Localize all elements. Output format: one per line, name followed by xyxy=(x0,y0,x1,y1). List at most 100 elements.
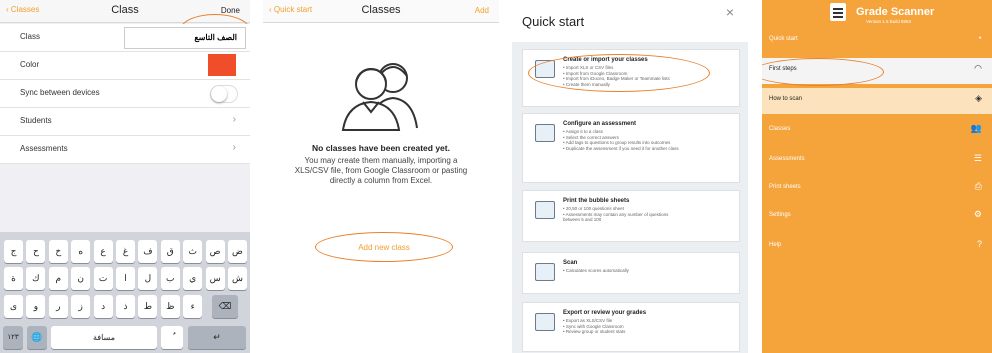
key[interactable]: ع xyxy=(93,240,113,263)
step-icon xyxy=(535,263,555,281)
key[interactable]: ذ xyxy=(116,295,135,318)
menu-item-icon: ◠ xyxy=(974,63,982,73)
return-key[interactable]: ↵ xyxy=(188,326,246,349)
key[interactable]: ض xyxy=(228,240,247,263)
class-form-screen: ‹ Classes Class Done Class الصف التاسع C… xyxy=(0,0,250,353)
app-logo-icon xyxy=(830,3,846,21)
classes-title: Classes xyxy=(361,4,401,16)
menu-item-icon: ◈ xyxy=(975,93,982,103)
key[interactable]: ص xyxy=(205,240,225,263)
class-name-field[interactable]: الصف التاسع xyxy=(124,27,246,49)
key[interactable]: ظ xyxy=(160,295,180,318)
step-icon xyxy=(535,201,555,219)
key[interactable]: ث xyxy=(183,240,203,263)
key[interactable]: ل xyxy=(138,267,158,290)
menu-item-label: Assessments xyxy=(769,156,805,162)
menu-item-label: Print sheets xyxy=(769,184,801,190)
key[interactable]: ا xyxy=(116,267,135,290)
quick-start-card[interactable]: Export or review your grades • Export as … xyxy=(522,302,740,352)
key[interactable]: ق xyxy=(160,240,180,263)
key[interactable]: ت xyxy=(93,267,113,290)
quick-start-card[interactable]: Scan • Calculates scores automatically xyxy=(522,252,740,294)
key[interactable]: ب xyxy=(160,267,180,290)
step-icon xyxy=(535,124,555,142)
add-class-nav-button[interactable]: Add xyxy=(475,6,489,15)
key[interactable]: ك xyxy=(26,267,46,290)
menu-item[interactable]: Classes 👥 xyxy=(762,118,992,144)
quick-start-card[interactable]: Print the bubble sheets • 20,50 or 100 qu… xyxy=(522,190,740,242)
menu-item-icon: ⎙ xyxy=(974,181,982,191)
menu-item[interactable]: Assessments ☰ xyxy=(762,148,992,174)
arabic-keyboard: ضصثقفغعهخحج شسيبلاتنمكة ءظطذدزروى ⌫ ١٢٣ … xyxy=(0,232,250,353)
menu-item-label: Quick start xyxy=(769,36,798,42)
key[interactable]: ن xyxy=(71,267,91,290)
sync-toggle[interactable] xyxy=(210,85,238,103)
menu-item-label: Settings xyxy=(769,212,791,218)
add-class-highlight-oval xyxy=(315,232,453,262)
class-name-value: الصف التاسع xyxy=(194,33,237,42)
quick-start-header: Quick start × xyxy=(512,0,748,42)
quick-start-card[interactable]: Configure an assessment • Assign it to a … xyxy=(522,113,740,183)
key[interactable]: س xyxy=(205,267,225,290)
card-title: Print the bubble sheets xyxy=(563,198,630,204)
color-swatch[interactable] xyxy=(208,54,236,76)
students-label: Students xyxy=(20,116,52,125)
key[interactable]: ه xyxy=(71,240,91,263)
space-key[interactable]: مسافة xyxy=(51,326,157,349)
menu-item[interactable]: Quick start ◔ xyxy=(762,28,992,54)
card-line: • Calculates scores automatically xyxy=(563,268,629,273)
menu-item[interactable]: How to scan ◈ xyxy=(762,88,992,114)
quick-start-screen: Quick start × Create or import your clas… xyxy=(512,0,748,353)
key[interactable]: ش xyxy=(228,267,247,290)
app-name: Grade Scanner xyxy=(856,6,935,18)
menu-item-icon: ⚙ xyxy=(973,209,982,219)
toggle-knob xyxy=(211,86,227,102)
sync-row: Sync between devices xyxy=(0,80,250,108)
people-icon xyxy=(341,63,418,131)
key[interactable]: ى xyxy=(4,295,23,318)
globe-icon[interactable]: 🌐 xyxy=(27,326,47,349)
key[interactable]: خ xyxy=(48,240,68,263)
key[interactable]: ة xyxy=(4,267,23,290)
menu-item[interactable]: Print sheets ⎙ xyxy=(762,176,992,202)
empty-title: No classes have been created yet. xyxy=(312,143,450,153)
classes-screen: ‹ Quick start Classes Add No classes hav… xyxy=(263,0,499,353)
diacritic-key[interactable]: ٌ xyxy=(161,326,183,349)
key[interactable]: ج xyxy=(4,240,23,263)
card-line: • Duplicate the assessment if you need i… xyxy=(563,145,679,151)
quick-start-title: Quick start xyxy=(522,14,585,29)
menu-header: Grade Scanner Version 1.5 Build 8883 xyxy=(762,0,992,30)
students-row[interactable]: Students › xyxy=(0,108,250,136)
menu-item-label: How to scan xyxy=(769,96,803,102)
color-row: Color xyxy=(0,52,250,80)
menu-item[interactable]: Settings ⚙ xyxy=(762,204,992,230)
key[interactable]: ر xyxy=(48,295,68,318)
step-icon xyxy=(535,313,555,331)
assessments-row[interactable]: Assessments › xyxy=(0,136,250,164)
key[interactable]: ي xyxy=(183,267,203,290)
key[interactable]: ف xyxy=(138,240,158,263)
key[interactable]: ز xyxy=(71,295,91,318)
key[interactable]: غ xyxy=(116,240,135,263)
empty-body: You may create them manually, importing … xyxy=(294,156,468,185)
key[interactable]: د xyxy=(93,295,113,318)
close-icon[interactable]: × xyxy=(726,4,734,20)
key[interactable]: و xyxy=(26,295,46,318)
key[interactable]: ء xyxy=(183,295,203,318)
menu-item[interactable]: Help? xyxy=(762,234,992,260)
key[interactable]: ح xyxy=(26,240,46,263)
class-name-label: Class xyxy=(20,32,41,41)
key[interactable]: م xyxy=(48,267,68,290)
chevron-right-icon: › xyxy=(232,114,236,125)
backspace-key[interactable]: ⌫ xyxy=(212,295,238,318)
menu-item-label: Help xyxy=(769,242,782,248)
card-title: Export or review your grades xyxy=(563,310,647,316)
menu-item-icon: ? xyxy=(976,239,982,249)
card-title: Scan xyxy=(563,260,578,266)
numbers-key[interactable]: ١٢٣ xyxy=(3,326,23,349)
menu-item-icon: ☰ xyxy=(973,153,982,163)
key[interactable]: ط xyxy=(138,295,158,318)
card-line: between 5 and 100 xyxy=(563,217,602,223)
classes-navbar: ‹ Quick start Classes Add xyxy=(263,0,499,23)
menu-item-icon: ◔ xyxy=(976,33,982,43)
